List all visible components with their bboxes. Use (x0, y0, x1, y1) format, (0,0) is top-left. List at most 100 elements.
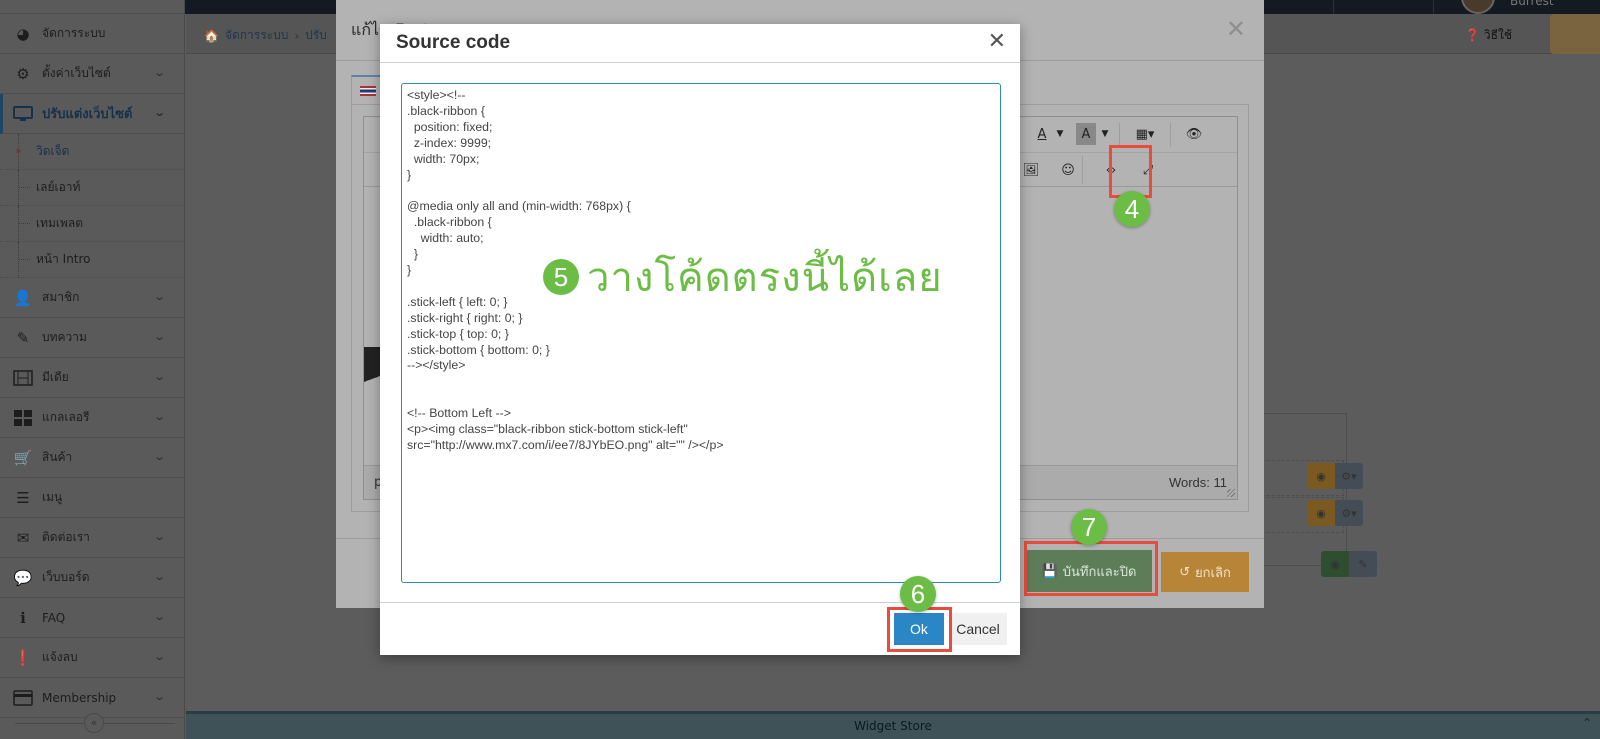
text-color-icon[interactable]: A (1032, 123, 1052, 145)
step-6-badge: 6 (900, 576, 936, 612)
sidebar-item-label: สมาชิก (42, 290, 80, 304)
sidebar-item-menu[interactable]: ☰ เมนู (0, 478, 184, 518)
tree-line (18, 206, 19, 242)
sidebar-subitem-layout[interactable]: เลย์เอาท์ (0, 170, 184, 206)
credit-card-icon (12, 689, 34, 707)
chevron-down-icon: ⌄ (152, 66, 166, 79)
user-icon: 👤 (13, 288, 33, 307)
dashboard-icon: ◕ (16, 24, 30, 43)
emoticon-icon[interactable]: ☺ (1056, 159, 1080, 181)
dialog-title: Source code (396, 32, 511, 53)
pencil-icon[interactable]: ✎ (1349, 551, 1377, 577)
cancel-edit-button[interactable]: ↺ ยกเลิก (1161, 552, 1249, 592)
sidebar-subitem-label: วิดเจ็ด (36, 144, 70, 158)
chevron-down-icon: ⌄ (152, 530, 166, 543)
sidebar-item-articles[interactable]: ✎ บทความ ⌄ (0, 318, 184, 358)
gear-dropdown-button[interactable]: ⚙▾ (1335, 463, 1363, 489)
hide-icon[interactable]: ◉ (1307, 500, 1335, 526)
chevron-down-icon: ⌄ (152, 370, 166, 383)
gear-icon: ⚙ (16, 64, 30, 83)
sidebar-item-contact[interactable]: ✉ ติดต่อเรา ⌄ (0, 518, 184, 558)
hide-icon[interactable]: ◉ (1307, 463, 1335, 489)
divider (1170, 123, 1171, 147)
sidebar-item-report[interactable]: ❗ แจ้งลบ ⌄ (0, 638, 184, 678)
close-icon[interactable]: ✕ (988, 30, 1006, 54)
sidebar-item-media[interactable]: มีเดีย ⌄ (0, 358, 184, 398)
sidebar-subitem-template[interactable]: เทมเพลต (0, 206, 184, 242)
sidebar-item-label: ปรับแต่งเว็บไซต์ (42, 107, 133, 122)
sidebar-item-label: สินค้า (42, 450, 73, 464)
chevron-down-icon: ⌄ (152, 290, 166, 303)
tree-branch (18, 259, 30, 260)
help-label: วิธีใช้ (1483, 28, 1512, 42)
sidebar-item-faq[interactable]: ℹ FAQ ⌄ (0, 598, 184, 638)
step-5-badge: 5 (543, 259, 579, 295)
sidebar-item-customize-website[interactable]: ปรับแต่งเว็บไซต์ ⌄ (0, 94, 184, 134)
divider (1333, 0, 1334, 14)
sidebar-item-label: แกลเลอรี (42, 410, 90, 424)
highlight-ok-button (887, 607, 952, 652)
background-color-icon[interactable]: A (1076, 123, 1096, 145)
cart-icon: 🛒 (13, 448, 33, 467)
caret-down-icon[interactable]: ▼ (1054, 123, 1066, 145)
breadcrumb-item[interactable]: จัดการระบบ (225, 26, 288, 45)
sidebar-item-webboard[interactable]: 💬 เว็บบอร์ด ⌄ (0, 558, 184, 598)
cancel-button[interactable]: Cancel (949, 613, 1007, 645)
film-icon (12, 369, 34, 387)
caret-down-icon[interactable]: ▼ (1099, 123, 1111, 145)
question-icon: ❓ (1465, 28, 1481, 42)
sidebar-item-website-settings[interactable]: ⚙ ตั้งค่าเว็บไซต์ ⌄ (0, 54, 184, 94)
avatar[interactable] (1461, 0, 1495, 14)
sidebar-item-label: ติดต่อเรา (42, 530, 90, 544)
user-name[interactable]: Burrest (1510, 0, 1554, 8)
chevron-down-icon: ⌄ (152, 450, 166, 463)
menu-icon: ☰ (16, 488, 30, 507)
step-7-badge: 7 (1071, 509, 1107, 545)
image-icon[interactable]: 🖼 (1019, 159, 1043, 181)
info-icon: ℹ (20, 608, 26, 627)
double-chevron-right-icon: » (15, 144, 22, 157)
help-link[interactable]: ❓ วิธีใช้ (1465, 26, 1512, 45)
table-icon[interactable]: ▦▾ (1129, 123, 1161, 145)
manual-button[interactable] (1550, 14, 1600, 54)
sidebar-item-members[interactable]: 👤 สมาชิก ⌄ (0, 278, 184, 318)
chevron-down-icon: ⌄ (152, 330, 166, 343)
tree-branch (18, 187, 30, 188)
sidebar-item-label: FAQ (42, 610, 66, 625)
source-code-textarea[interactable] (401, 83, 1001, 583)
step-5-text: วางโค้ดตรงนี้ได้เลย (587, 255, 943, 301)
tree-line (18, 170, 19, 206)
gear-dropdown-button[interactable]: ⚙▾ (1335, 500, 1363, 526)
sidebar-item-label: เมนู (42, 490, 63, 504)
sidebar-subitem-label: หน้า Intro (36, 252, 91, 266)
sidebar-item-label: Membership (42, 690, 117, 705)
sidebar-subitem-widgets[interactable]: » วิดเจ็ด (0, 134, 184, 170)
collapse-sidebar-button[interactable]: « (84, 713, 104, 733)
sidebar-item-label: ตั้งค่าเว็บไซต์ (42, 66, 111, 80)
sidebar-item-products[interactable]: 🛒 สินค้า ⌄ (0, 438, 184, 478)
sidebar-collapse: « (0, 711, 185, 739)
highlight-save-button (1024, 541, 1158, 596)
source-code-dialog: Source code ✕ 5 วางโค้ดตรงนี้ได้เลย Ok C… (380, 24, 1020, 655)
close-icon[interactable]: ✕ (1226, 15, 1246, 43)
sidebar-logo (0, 0, 184, 14)
breadcrumb-item[interactable]: ปรับ (305, 26, 327, 45)
widget-store-bar[interactable]: Widget Store ⌃ (186, 711, 1600, 739)
sidebar-item-dashboard[interactable]: ◕ จัดการระบบ (0, 14, 184, 54)
sidebar-item-label: เว็บบอร์ด (42, 570, 90, 584)
eye-icon[interactable]: ◉ (1321, 551, 1349, 577)
sidebar-subitem-intro[interactable]: หน้า Intro (0, 242, 184, 278)
paste-code-annotation: 5 วางโค้ดตรงนี้ได้เลย (543, 245, 943, 309)
widget-store-label: Widget Store (854, 719, 932, 733)
envelope-icon: ✉ (16, 528, 30, 547)
sidebar: ◕ จัดการระบบ ⚙ ตั้งค่าเว็บไซต์ ⌄ ปรับแต่… (0, 0, 185, 739)
chevron-down-icon: ⌄ (152, 650, 166, 663)
edit-icon: ✎ (16, 328, 30, 347)
divider (1433, 0, 1434, 14)
preview-eye-icon[interactable]: 👁 (1182, 123, 1206, 145)
chevron-down-icon: ⌄ (152, 690, 166, 703)
resize-handle[interactable] (1227, 489, 1235, 497)
double-chevron-up-icon[interactable]: ⌃ (1582, 716, 1592, 730)
sidebar-subitem-label: เลย์เอาท์ (36, 180, 81, 194)
sidebar-item-gallery[interactable]: แกลเลอรี ⌄ (0, 398, 184, 438)
